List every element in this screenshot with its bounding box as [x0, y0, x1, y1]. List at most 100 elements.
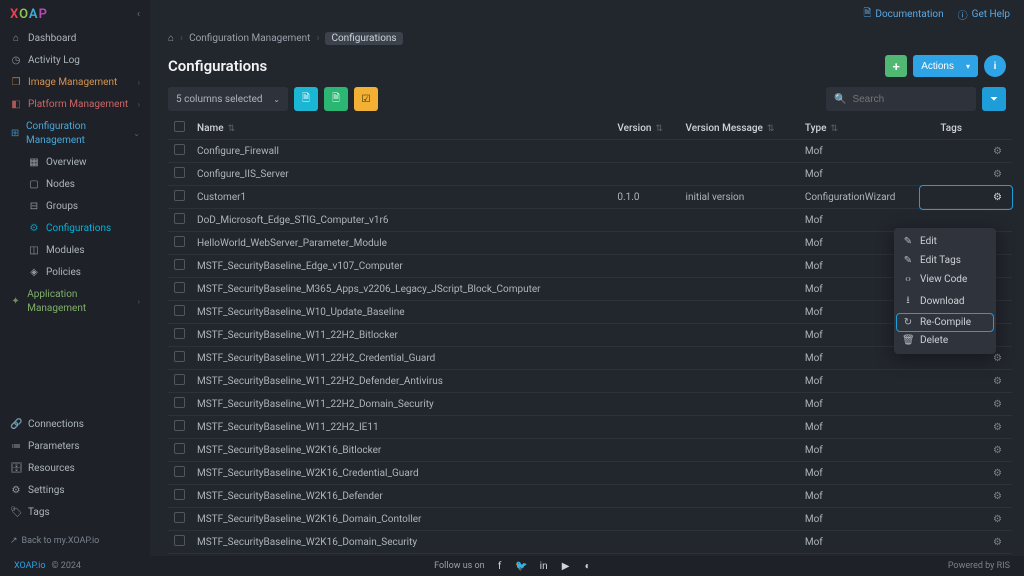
- get-help-link[interactable]: ⓘGet Help: [958, 7, 1010, 22]
- table-row[interactable]: MSTF_SecurityBaseline_W2K16_Credential_G…: [168, 462, 1012, 485]
- cell-msg: [680, 439, 799, 462]
- youtube-icon[interactable]: ▶: [559, 559, 573, 573]
- nav-dashboard[interactable]: ⌂Dashboard: [0, 28, 150, 50]
- table-row[interactable]: Configure_IIS_ServerMof⚙: [168, 163, 1012, 186]
- row-checkbox[interactable]: [174, 466, 185, 477]
- row-checkbox[interactable]: [174, 213, 185, 224]
- row-gear-button[interactable]: ⚙: [920, 370, 1012, 393]
- row-checkbox[interactable]: [174, 328, 185, 339]
- nav-platform-mgmt[interactable]: ◧Platform Management›: [0, 94, 150, 116]
- row-gear-button[interactable]: ⚙: [920, 140, 1012, 163]
- ctx-download[interactable]: ⭳Download: [894, 289, 996, 314]
- nav-tags[interactable]: 🏷Tags: [0, 502, 150, 524]
- row-gear-button[interactable]: ⚙: [920, 485, 1012, 508]
- search-input[interactable]: [852, 94, 968, 105]
- breadcrumb-link[interactable]: Configuration Management: [189, 33, 310, 44]
- row-gear-button[interactable]: ⚙: [920, 163, 1012, 186]
- row-checkbox[interactable]: [174, 397, 185, 408]
- col-tags[interactable]: Tags: [920, 117, 1012, 140]
- table-row[interactable]: Customer10.1.0initial versionConfigurati…: [168, 186, 1012, 209]
- row-checkbox[interactable]: [174, 144, 185, 155]
- actions-dropdown[interactable]: Actions▾: [913, 55, 978, 77]
- info-button[interactable]: i: [984, 55, 1006, 77]
- table-row[interactable]: MSTF_SecurityBaseline_W2K16_BitlockerMof…: [168, 439, 1012, 462]
- row-checkbox[interactable]: [174, 236, 185, 247]
- table-row[interactable]: Configure_FirewallMof⚙: [168, 140, 1012, 163]
- documentation-link[interactable]: 🗎Documentation: [863, 6, 943, 23]
- row-checkbox[interactable]: [174, 420, 185, 431]
- nav-settings[interactable]: ⚙Settings: [0, 480, 150, 502]
- home-icon[interactable]: ⌂: [168, 33, 174, 44]
- nav-resources[interactable]: 🗄Resources: [0, 458, 150, 480]
- nav-app-mgmt[interactable]: ✦Application Management›: [0, 284, 150, 320]
- filter-button[interactable]: ⏷: [982, 87, 1006, 111]
- col-msg[interactable]: Version Message⇅: [680, 117, 799, 140]
- table-row[interactable]: MSTF_SecurityBaseline_W2K16_Domain_Conto…: [168, 508, 1012, 531]
- add-button[interactable]: +: [885, 55, 907, 77]
- row-checkbox[interactable]: [174, 512, 185, 523]
- select-all-checkbox[interactable]: [174, 121, 185, 132]
- row-checkbox[interactable]: [174, 535, 185, 546]
- row-gear-button[interactable]: ⚙: [920, 416, 1012, 439]
- table-row[interactable]: MSTF_SecurityBaseline_W2K16_Domain_Secur…: [168, 531, 1012, 554]
- col-type[interactable]: Type⇅: [799, 117, 920, 140]
- row-gear-button[interactable]: ⚙: [920, 531, 1012, 554]
- table-row[interactable]: MSTF_SecurityBaseline_W11_22H2_Credentia…: [168, 347, 1012, 370]
- nav-sub-configurations[interactable]: ⚙Configurations: [0, 218, 150, 240]
- col-name[interactable]: Name⇅: [191, 117, 611, 140]
- export-sheet-button[interactable]: 🗎: [324, 87, 348, 111]
- row-gear-button[interactable]: ⚙: [920, 439, 1012, 462]
- ctx-view-code[interactable]: ‹›View Code: [894, 270, 996, 289]
- nav-sub-modules[interactable]: ◫Modules: [0, 240, 150, 262]
- table-row[interactable]: MSTF_SecurityBaseline_W10_Update_Baselin…: [168, 301, 1012, 324]
- row-gear-button[interactable]: ⚙: [920, 462, 1012, 485]
- row-checkbox[interactable]: [174, 351, 185, 362]
- row-checkbox[interactable]: [174, 374, 185, 385]
- row-checkbox[interactable]: [174, 489, 185, 500]
- row-checkbox[interactable]: [174, 443, 185, 454]
- ctx-edit[interactable]: ✎Edit: [894, 232, 996, 251]
- nav-config-mgmt[interactable]: ⊞Configuration Management⌄: [0, 116, 150, 152]
- select-all-button[interactable]: ☑: [354, 87, 378, 111]
- back-to-portal[interactable]: ↗Back to my.XOAP.io: [0, 530, 150, 556]
- facebook-icon[interactable]: f: [493, 559, 507, 573]
- github-icon[interactable]: ◐: [581, 559, 595, 573]
- search-box[interactable]: 🔍: [826, 87, 976, 111]
- nav-sub-overview[interactable]: ▦Overview: [0, 152, 150, 174]
- table-row[interactable]: MSTF_SecurityBaseline_Edge_v107_Computer…: [168, 255, 1012, 278]
- nav-activity-log[interactable]: ◷Activity Log: [0, 50, 150, 72]
- ctx-edit-tags[interactable]: ✎Edit Tags: [894, 251, 996, 270]
- table-row[interactable]: MSTF_SecurityBaseline_W11_22H2_Domain_Se…: [168, 393, 1012, 416]
- col-version[interactable]: Version⇅: [611, 117, 679, 140]
- ctx-delete[interactable]: 🗑Delete: [894, 331, 996, 350]
- table-row[interactable]: MSTF_SecurityBaseline_W11_22H2_IE11Mof⚙: [168, 416, 1012, 439]
- export-file-button[interactable]: 🗎: [294, 87, 318, 111]
- linkedin-icon[interactable]: in: [537, 559, 551, 573]
- columns-selector[interactable]: 5 columns selected⌄: [168, 87, 288, 111]
- breadcrumb: ⌂ › Configuration Management › Configura…: [150, 28, 1024, 49]
- ctx-recompile[interactable]: ↻Re-Compile: [897, 314, 993, 331]
- table-row[interactable]: DoD_Microsoft_Edge_STIG_Computer_v1r6Mof: [168, 209, 1012, 232]
- row-checkbox[interactable]: [174, 190, 185, 201]
- table-row[interactable]: HelloWorld_WebServer_Parameter_ModuleMof: [168, 232, 1012, 255]
- twitter-icon[interactable]: 🐦: [515, 559, 529, 573]
- nav-sub-nodes[interactable]: ▢Nodes: [0, 174, 150, 196]
- table-row[interactable]: MSTF_SecurityBaseline_W2K16_DefenderMof⚙: [168, 485, 1012, 508]
- nav-parameters[interactable]: ≔Parameters: [0, 436, 150, 458]
- row-checkbox[interactable]: [174, 305, 185, 316]
- row-gear-button[interactable]: ⚙: [920, 186, 1012, 209]
- nav-sub-groups[interactable]: ⊟Groups: [0, 196, 150, 218]
- row-checkbox[interactable]: [174, 167, 185, 178]
- row-gear-button[interactable]: ⚙: [920, 393, 1012, 416]
- row-checkbox[interactable]: [174, 282, 185, 293]
- nav-image-mgmt[interactable]: ❐Image Management›: [0, 72, 150, 94]
- sidebar-collapse-icon[interactable]: ‹: [137, 9, 140, 20]
- table-row[interactable]: MSTF_SecurityBaseline_W11_22H2_Bitlocker…: [168, 324, 1012, 347]
- footer-brand[interactable]: XOAP.io: [14, 561, 45, 571]
- row-checkbox[interactable]: [174, 259, 185, 270]
- table-row[interactable]: MSTF_SecurityBaseline_W11_22H2_Defender_…: [168, 370, 1012, 393]
- row-gear-button[interactable]: ⚙: [920, 508, 1012, 531]
- nav-sub-policies[interactable]: ◈Policies: [0, 262, 150, 284]
- table-row[interactable]: MSTF_SecurityBaseline_M365_Apps_v2206_Le…: [168, 278, 1012, 301]
- nav-connections[interactable]: 🔗Connections: [0, 414, 150, 436]
